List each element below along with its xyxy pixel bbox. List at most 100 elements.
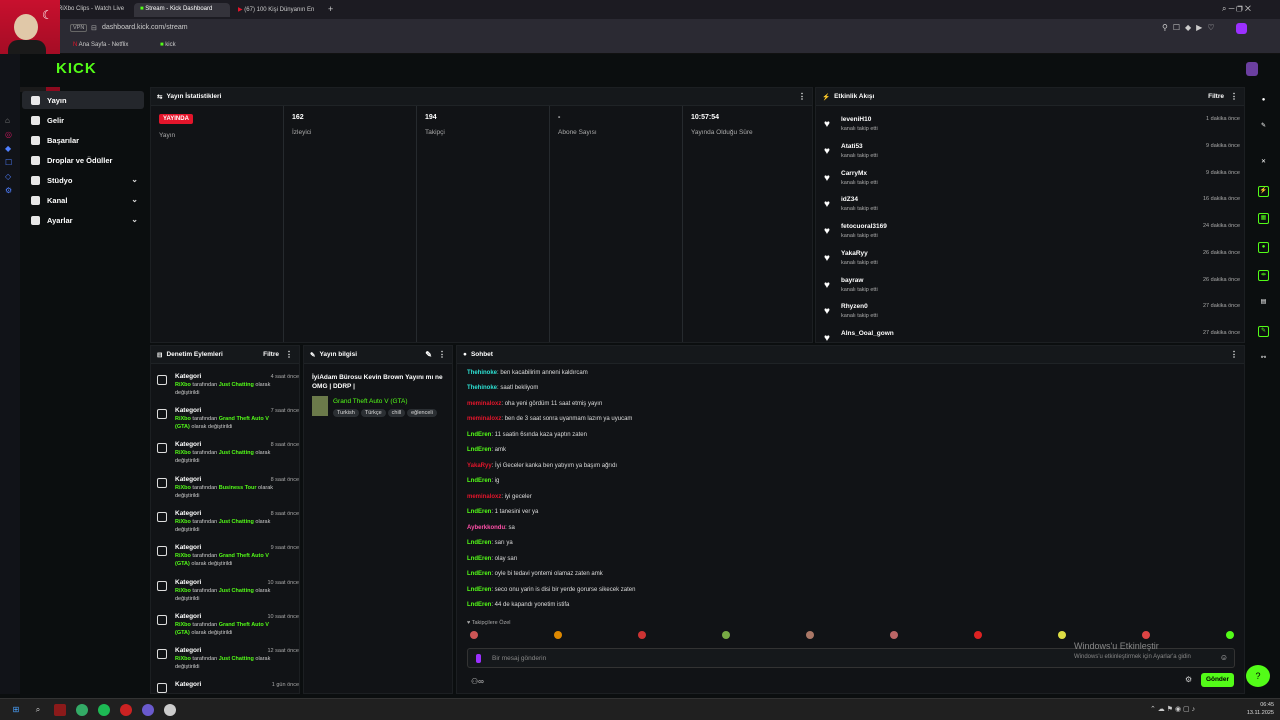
chat-icon[interactable]: ● [1258,242,1269,253]
windows-start-icon[interactable]: ⊞ [10,704,22,716]
app-icon[interactable] [76,704,88,716]
activity-item: ♥ YakaRyy kanalı takip etti 26 dakika önce [824,250,1240,266]
window-controls[interactable]: ⌕ ─ ❐ ✕ [1222,4,1251,14]
sidebar-item-gelir[interactable]: Gelir [22,111,144,129]
trophy-icon [31,135,40,145]
app-icon[interactable] [54,704,66,716]
chat-message: LndEren: ig [467,478,500,484]
tag[interactable]: chill [387,409,406,417]
stream-title: İyiAdam Bürosu Kevin Brown Yayını mı ne … [312,374,443,390]
extension-icons[interactable]: ⚲☐◆▶♡ [1162,23,1220,32]
more-icon[interactable]: ⋮ [438,350,446,359]
close-icon[interactable]: ✕ [1258,158,1269,169]
url-field[interactable]: dashboard.kick.com/stream [102,24,188,31]
more-icon[interactable]: ⋮ [1230,350,1238,359]
sidebar-item-kanal[interactable]: Kanal ⌄ [22,191,144,209]
activity-item: ♥ fetocuoral3169 kanalı takip etti 24 dakik… [824,223,1240,239]
emote-icon[interactable] [554,631,562,639]
filter-button[interactable]: Filtre [1208,93,1224,100]
activity-icon[interactable]: ⚡ [1258,186,1269,197]
app-icon[interactable] [164,704,176,716]
chevron-down-icon: ⌄ [131,175,138,184]
emote-icon[interactable] [890,631,898,639]
sidebar-item-basarilar[interactable]: Başarılar [22,131,144,149]
user-avatar[interactable] [1246,62,1258,76]
info-icon[interactable]: ● [1258,96,1269,107]
emote-icon[interactable] [1226,631,1234,639]
spotify-icon[interactable] [98,704,110,716]
send-button[interactable]: Gönder [1201,673,1234,687]
more-icon[interactable]: ⋮ [798,92,806,101]
kick-logo[interactable]: KICK [56,60,97,77]
heart-icon: ♥ [824,280,830,291]
mic-icon[interactable] [476,654,481,663]
vpn-badge[interactable]: VPN [70,24,88,32]
chat-message: LndEren: 1 tanesini ver ya [467,509,539,515]
chat-tools-icon[interactable]: ⚇∞ [471,677,484,686]
system-tray-icons[interactable]: ⌃ ☁ ⚑ ◉ ▢ ♪ [1150,705,1195,713]
tab-youtube[interactable]: ▶ (67) 100 Kişi Dünyanın En [232,3,324,17]
edit-icon[interactable]: ✎ [1258,122,1269,133]
search-icon[interactable]: ⌕ [32,704,44,716]
chat-message: meminaloxz: ben de 3 saat sonra uyanmam … [467,416,633,422]
chat-message: LndEren: seco onu yarin is disi bir yerd… [467,587,636,593]
tab-rixbo-clips[interactable]: RiXbo Clips - Watch Live [52,3,130,17]
emote-icon[interactable] [638,631,646,639]
tag[interactable]: Turkish [333,409,359,417]
emoji-icon[interactable]: ☺ [1220,653,1228,662]
chat-message: LndEren: oyle bi tedavi yontemi olamaz z… [467,571,603,577]
browser-tab-bar: RiXbo Clips - Watch Live ■ Stream - Kick… [0,0,1280,19]
sidebar-item-yayin[interactable]: Yayın [22,91,144,109]
tools-icon[interactable]: ✎ [1258,326,1269,337]
panel-header: ✎ Yayın bilgisi ✎ ⋮ [304,346,452,364]
emote-icon[interactable] [722,631,730,639]
emote-icon[interactable] [974,631,982,639]
sidebar-item-ayarlar[interactable]: Ayarlar ⌄ [22,211,144,229]
category-link[interactable]: Grand Theft Auto V (GTA) [333,398,408,405]
bookmark-kick[interactable]: ■ kick [160,42,176,48]
filter-button[interactable]: Filtre [263,351,279,358]
sidebar-tool-icons[interactable]: ⌂ ◎ ◆ ☐ ◇ ⚙ [5,114,12,198]
chat-message: Ayberkkondu: sa [467,525,515,531]
layout-icon[interactable]: ▤ [1258,298,1269,309]
heart-icon: ♥ [824,173,830,184]
heart-icon: ♥ [824,119,830,130]
more-icon[interactable]: ⋮ [1230,92,1238,101]
category-icon [157,512,167,522]
heart-icon: ♥ [824,199,830,210]
app-icon[interactable] [120,704,132,716]
chat-settings-icon[interactable]: ⚙ [1185,675,1192,684]
heart-icon: ♥ [824,226,830,237]
edit-icon[interactable]: ✎ [425,350,432,359]
stats-icon[interactable]: ▦ [1258,213,1269,224]
tab-kick-dashboard[interactable]: ■ Stream - Kick Dashboard [134,3,230,17]
chat-message: meminaloxz: iyi geceler [467,494,532,500]
tag[interactable]: eğlenceli [407,409,437,417]
more-icon[interactable]: ⋮ [285,350,293,359]
chat-placeholder: Bir mesaj gönderin [492,655,547,662]
emote-icon[interactable] [1058,631,1066,639]
new-tab-button[interactable]: + [328,4,333,14]
firefox-icon[interactable] [142,704,154,716]
sidebar-item-droplar[interactable]: Droplar ve Ödüller [22,151,144,169]
windows-activation-title: Windows'u Etkinleştir [1074,641,1159,651]
tag[interactable]: Türkçe [360,409,386,417]
profile-icon[interactable] [1236,23,1247,34]
category-icon [157,443,167,453]
emote-icon[interactable] [1142,631,1150,639]
emote-icon[interactable] [470,631,478,639]
taskbar: ⊞ ⌕ ⌃ ☁ ⚑ ◉ ▢ ♪ 06:45 13.11.2025 [0,698,1280,720]
help-button[interactable]: ? [1246,665,1270,687]
sidebar-item-studyo[interactable]: Stüdyo ⌄ [22,171,144,189]
heart-icon: ♥ [824,146,830,157]
moderation-panel: ⊟ Denetim Eylemleri Filtre ⋮ Kategori 4 saat… [150,345,300,694]
share-icon[interactable]: ⚯ [1258,354,1269,365]
emote-icon[interactable] [806,631,814,639]
activity-item: ♥ Atati53 kanalı takip etti 9 dakika önce [824,143,1240,159]
panel-header: ⇆ Yayın İstatistikleri ⋮ [151,88,812,106]
chat-message: YakaRyy: İyi Geceler kanka ben yatıyım y… [467,463,618,469]
clock[interactable]: 06:45 13.11.2025 [1240,701,1274,717]
users-icon[interactable]: ⇹ [1258,270,1269,281]
bookmark-netflix[interactable]: N Ana Sayfa - Netflix [73,42,128,48]
panel-header: ● Sohbet ⋮ [457,346,1244,364]
